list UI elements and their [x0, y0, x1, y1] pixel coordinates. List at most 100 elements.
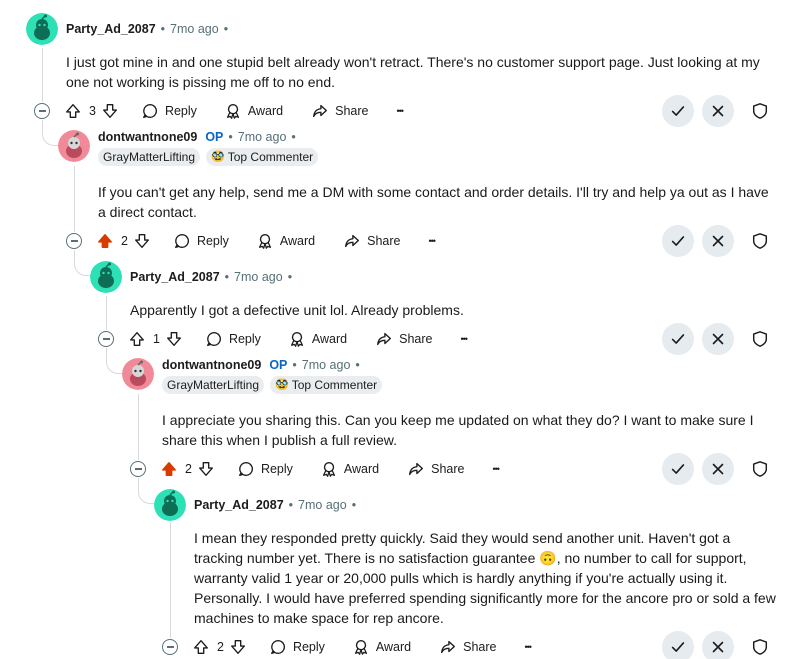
arrow-down-icon	[198, 462, 213, 476]
meta-separator: •	[287, 270, 293, 284]
remove-button[interactable]	[702, 453, 734, 485]
thread-line-4	[138, 394, 139, 460]
upvote-button[interactable]	[128, 326, 146, 352]
award-button[interactable]: Award	[256, 228, 315, 254]
mod-shield-button[interactable]	[750, 637, 770, 657]
reply-label: Reply	[164, 104, 197, 118]
share-button[interactable]: Share	[375, 326, 433, 352]
collapse-button[interactable]	[34, 103, 50, 119]
share-button[interactable]: Share	[407, 456, 465, 482]
downvote-button[interactable]	[229, 634, 247, 659]
downvote-button[interactable]	[101, 98, 119, 124]
award-button[interactable]: Award	[288, 326, 347, 352]
meta-separator: •	[292, 358, 297, 372]
approve-button[interactable]	[662, 225, 694, 257]
arrow-down-icon	[166, 332, 181, 346]
avatar[interactable]	[58, 130, 90, 162]
remove-button[interactable]	[702, 225, 734, 257]
timestamp[interactable]: 7mo ago	[302, 358, 351, 372]
x-close-icon	[712, 105, 724, 117]
meta-separator: •	[160, 22, 166, 36]
vote-count: 3	[89, 104, 96, 118]
top-commenter-badge: 🥸 Top Commenter	[270, 376, 383, 394]
remove-button[interactable]	[702, 323, 734, 355]
badge-label: Top Commenter	[291, 378, 378, 392]
share-button[interactable]: Share	[311, 98, 369, 124]
comment-line: Personally. I would have preferred spend…	[194, 590, 776, 606]
approve-button[interactable]	[662, 95, 694, 127]
approve-button[interactable]	[662, 323, 694, 355]
award-label: Award	[247, 104, 284, 118]
timestamp[interactable]: 7mo ago	[234, 270, 283, 284]
badge-emoji-icon: 🥸	[275, 379, 289, 391]
arrow-down-icon	[102, 104, 117, 118]
avatar[interactable]	[90, 261, 122, 293]
meta-separator: •	[288, 498, 294, 512]
more-options-button[interactable]: •••	[492, 456, 501, 482]
avatar[interactable]	[26, 13, 58, 45]
action-bar: 2 Reply Award Share •••	[192, 634, 533, 659]
reply-button[interactable]: Reply	[237, 456, 293, 482]
upvote-button[interactable]	[192, 634, 210, 659]
collapse-button[interactable]	[66, 233, 82, 249]
upvote-button[interactable]	[64, 98, 82, 124]
share-arrow-icon	[313, 104, 328, 118]
timestamp[interactable]: 7mo ago	[170, 22, 219, 36]
op-badge: OP	[269, 358, 288, 372]
upvote-button[interactable]	[160, 456, 178, 482]
mod-shield-button[interactable]	[750, 329, 770, 349]
user-flair: GrayMatterLifting	[98, 148, 201, 166]
collapse-button[interactable]	[162, 639, 178, 655]
more-options-button[interactable]: •••	[429, 228, 437, 254]
reply-button[interactable]: Reply	[141, 98, 197, 124]
reply-button[interactable]: Reply	[173, 228, 229, 254]
remove-button[interactable]	[702, 95, 734, 127]
avatar[interactable]	[154, 489, 186, 521]
award-label: Award	[279, 234, 316, 248]
timestamp[interactable]: 7mo ago	[238, 130, 287, 144]
more-options-button[interactable]: •••	[461, 326, 469, 352]
x-close-icon	[712, 641, 724, 653]
reply-button[interactable]: Reply	[205, 326, 261, 352]
timestamp[interactable]: 7mo ago	[298, 498, 347, 512]
avatar[interactable]	[122, 358, 154, 390]
downvote-button[interactable]	[165, 326, 183, 352]
collapse-button[interactable]	[98, 331, 114, 347]
collapse-button[interactable]	[130, 461, 146, 477]
remove-button[interactable]	[702, 631, 734, 659]
upvote-button[interactable]	[96, 228, 114, 254]
approve-button[interactable]	[662, 453, 694, 485]
shield-icon	[752, 233, 768, 249]
username[interactable]: Party_Ad_2087	[194, 498, 284, 512]
downvote-button[interactable]	[133, 228, 151, 254]
comment-line: I appreciate you sharing this. Can you k…	[162, 412, 754, 428]
approve-button[interactable]	[662, 631, 694, 659]
award-button[interactable]: Award	[320, 456, 379, 482]
username[interactable]: Party_Ad_2087	[130, 270, 220, 284]
username[interactable]: dontwantnone09	[98, 130, 197, 144]
share-button[interactable]: Share	[343, 228, 401, 254]
mod-shield-button[interactable]	[750, 101, 770, 121]
reply-button[interactable]: Reply	[269, 634, 325, 659]
award-icon	[354, 640, 367, 655]
share-label: Share	[463, 640, 497, 654]
mod-shield-button[interactable]	[750, 459, 770, 479]
downvote-button[interactable]	[197, 456, 215, 482]
share-label: Share	[399, 332, 433, 346]
badge-label: Top Commenter	[227, 150, 314, 164]
more-options-icon: •••	[492, 464, 501, 474]
more-options-button[interactable]: •••	[397, 98, 405, 124]
mod-shield-button[interactable]	[750, 231, 770, 251]
username[interactable]: Party_Ad_2087	[66, 22, 156, 36]
more-options-button[interactable]: •••	[525, 634, 533, 659]
award-icon	[290, 332, 303, 347]
share-arrow-icon	[409, 462, 424, 476]
x-close-icon	[712, 235, 724, 247]
comment-line: I just got mine in and one stupid belt a…	[66, 54, 760, 70]
username[interactable]: dontwantnone09	[162, 358, 261, 372]
comment-body: I mean they responded pretty quickly. Sa…	[194, 528, 784, 628]
comment-line: If you can't get any help, send me a DM …	[98, 184, 769, 200]
share-button[interactable]: Share	[439, 634, 497, 659]
award-button[interactable]: Award	[224, 98, 283, 124]
award-button[interactable]: Award	[352, 634, 411, 659]
